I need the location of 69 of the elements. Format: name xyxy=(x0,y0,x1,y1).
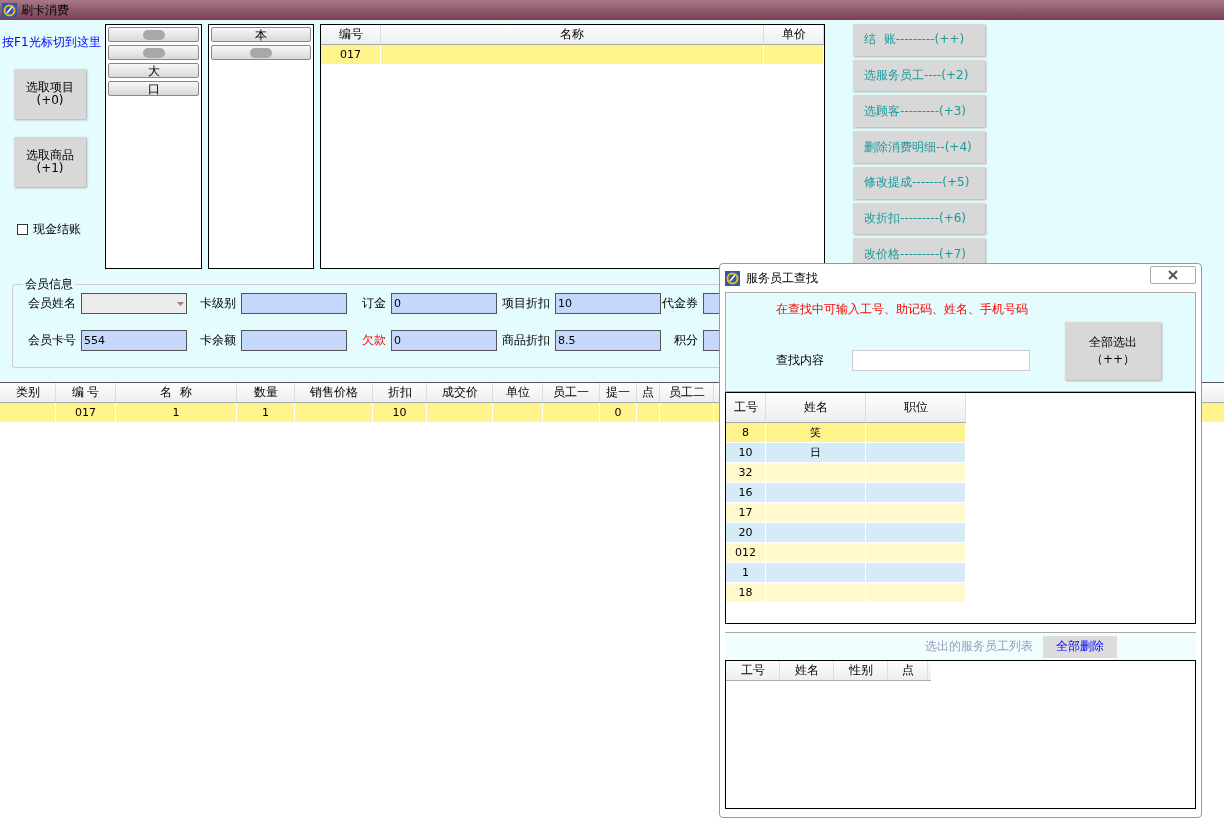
table-cell: 10 xyxy=(373,403,427,422)
field-label: 商品折扣 xyxy=(501,332,551,349)
input-field[interactable]: 554 xyxy=(81,330,187,351)
cash-checkout-checkbox[interactable]: 现金结账 xyxy=(17,221,81,238)
column-header[interactable]: 数量 xyxy=(237,383,295,402)
category-button[interactable]: 口 xyxy=(108,81,199,96)
field-label: 卡余额 xyxy=(199,332,237,349)
column-header[interactable]: 姓名 xyxy=(780,661,834,680)
dialog-title: 服务员工查找 xyxy=(746,269,818,287)
delete-all-button[interactable]: 全部删除 xyxy=(1042,635,1117,658)
field-label: 项目折扣 xyxy=(501,295,551,312)
search-label: 查找内容 xyxy=(776,351,824,369)
input-field[interactable]: 8.5 xyxy=(555,330,661,351)
table-cell: 1 xyxy=(237,403,295,422)
table-cell: 012 xyxy=(726,543,766,562)
column-header[interactable]: 性别 xyxy=(834,661,888,680)
column-header[interactable]: 单价 xyxy=(764,25,824,44)
field-label: 订金 xyxy=(361,295,387,312)
table-cell: 17 xyxy=(726,503,766,522)
table-cell: 8 xyxy=(726,423,766,442)
column-header[interactable]: 折扣 xyxy=(373,383,427,402)
table-cell: 笑 xyxy=(766,423,866,442)
group-title: 会员信息 xyxy=(24,276,74,293)
category-button[interactable]: 大 xyxy=(108,63,199,78)
table-cell: 017 xyxy=(321,45,381,64)
column-header[interactable]: 员工一 xyxy=(543,383,600,402)
table-cell: 10 xyxy=(726,443,766,462)
column-header[interactable]: 名称 xyxy=(381,25,764,44)
column-header[interactable]: 员工二 xyxy=(660,383,714,402)
column-header[interactable]: 姓名 xyxy=(766,393,866,422)
input-field[interactable]: 10 xyxy=(555,293,661,314)
input-field[interactable]: 0 xyxy=(391,330,497,351)
column-header[interactable]: 点 xyxy=(888,661,928,680)
column-header[interactable]: 工号 xyxy=(726,661,780,680)
column-header[interactable]: 工号 xyxy=(726,393,766,422)
table-cell: 18 xyxy=(726,583,766,602)
select-all-button[interactable]: 全部选出（++） xyxy=(1065,321,1161,380)
window-title: 刷卡消费 xyxy=(21,1,69,19)
column-header[interactable]: 类别 xyxy=(0,383,56,402)
subcategory-button[interactable]: 本 xyxy=(211,27,311,42)
field-label: 会员卡号 xyxy=(27,332,77,349)
search-tip: 在查找中可输入工号、助记码、姓名、手机号码 xyxy=(776,301,1029,318)
pick-button[interactable]: 选取商品 (+1) xyxy=(14,137,86,187)
input-field[interactable]: 0 xyxy=(391,293,497,314)
column-header[interactable]: 名 称 xyxy=(116,383,237,402)
table-cell: 16 xyxy=(726,483,766,502)
column-header[interactable]: 提一 xyxy=(600,383,637,402)
column-header[interactable]: 编 号 xyxy=(56,383,116,402)
field-label: 会员姓名 xyxy=(27,295,77,312)
field-label: 代金券 xyxy=(661,295,699,312)
table-cell: 日 xyxy=(766,443,866,462)
table-cell: 1 xyxy=(116,403,237,422)
table-cell: 017 xyxy=(56,403,116,422)
hint-link[interactable]: 按F1光标切到这里 xyxy=(2,34,101,51)
chosen-list-label: 选出的服务员工列表 xyxy=(924,638,1033,655)
column-header[interactable]: 单位 xyxy=(493,383,543,402)
field-label: 卡级别 xyxy=(199,295,237,312)
column-header[interactable]: 编号 xyxy=(321,25,381,44)
table-cell: 1 xyxy=(726,563,766,582)
table-cell: 20 xyxy=(726,523,766,542)
column-header[interactable]: 成交价 xyxy=(427,383,493,402)
column-header[interactable]: 销售价格 xyxy=(295,383,373,402)
table-cell: 32 xyxy=(726,463,766,482)
field-label: 积分 xyxy=(673,332,699,349)
table-cell: 0 xyxy=(600,403,637,422)
column-header[interactable]: 点 xyxy=(637,383,660,402)
field-label: 欠款 xyxy=(361,332,387,349)
column-header[interactable]: 职位 xyxy=(866,393,966,422)
pick-button[interactable]: 选取项目 (+0) xyxy=(14,69,86,119)
